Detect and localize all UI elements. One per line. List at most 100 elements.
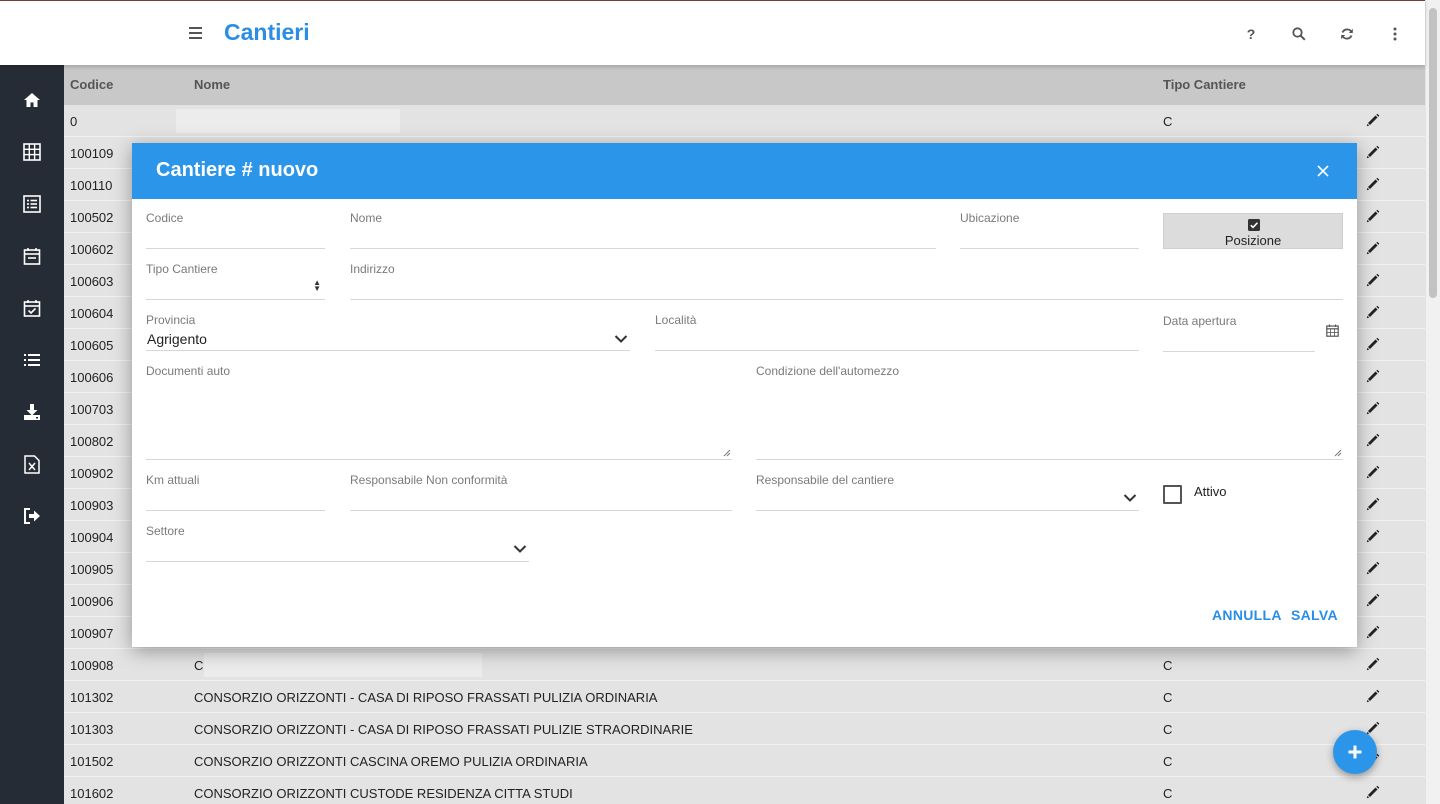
column-header-codice[interactable]: Codice [70,77,113,92]
ubicazione-field[interactable]: Ubicazione [960,211,1139,249]
documenti-auto-textarea[interactable]: Documenti auto [146,364,732,460]
edit-icon[interactable] [1366,113,1382,129]
edit-icon[interactable] [1366,433,1382,449]
edit-icon[interactable] [1366,785,1382,801]
edit-icon[interactable] [1366,529,1382,545]
edit-icon[interactable] [1366,593,1382,609]
data-apertura-field[interactable]: Data apertura [1163,314,1315,352]
top-app-bar: Cantieri ? [0,0,1425,65]
refresh-icon[interactable] [1336,23,1358,45]
edit-icon[interactable] [1366,689,1382,705]
home-icon[interactable] [20,88,44,112]
cell-nome: CONSORZIO ORIZZONTI - CASA DI RIPOSO FRA… [194,722,693,737]
table-row[interactable]: 0C [64,105,1425,137]
calendar-icon[interactable] [1326,324,1340,338]
edit-icon[interactable] [1366,657,1382,673]
more-vert-icon[interactable] [1384,23,1406,45]
calendar-check-icon[interactable] [20,296,44,320]
cell-codice: 100902 [70,466,114,481]
edit-icon[interactable] [1366,561,1382,577]
calendar-icon[interactable] [20,244,44,268]
table-row[interactable]: 101302 CONSORZIO ORIZZONTI - CASA DI RIPO… [64,681,1425,713]
table-row[interactable]: 101303 CONSORZIO ORIZZONTI - CASA DI RIPO… [64,713,1425,745]
edit-icon[interactable] [1366,401,1382,417]
help-icon[interactable]: ? [1240,23,1262,45]
cell-codice: 100904 [70,530,114,545]
cell-codice: 100602 [70,242,114,257]
resize-grip-icon[interactable] [1334,449,1342,457]
table-row[interactable]: 101502 CONSORZIO ORIZZONTI CASCINA OREMO … [64,745,1425,777]
resp-cantiere-select[interactable]: Responsabile del cantiere [756,473,1139,511]
column-header-tipo[interactable]: Tipo Cantiere [1163,77,1246,92]
logout-icon[interactable] [20,504,44,528]
edit-icon[interactable] [1366,369,1382,385]
menu-icon[interactable] [184,22,206,44]
sidebar [0,65,64,804]
edit-icon[interactable] [1366,177,1382,193]
codice-field[interactable]: Codice [146,211,325,249]
cell-nome: CONSORZIO ORIZZONTI CASCINA OREMO PULIZI… [194,754,588,769]
cell-tipo: C [1163,722,1173,737]
cell-tipo: C [1163,658,1173,673]
edit-icon[interactable] [1366,273,1382,289]
resize-grip-icon[interactable] [723,449,731,457]
scrollbar-thumb[interactable] [1429,8,1437,298]
edit-icon[interactable] [1366,497,1382,513]
posizione-button[interactable]: Posizione [1163,213,1343,249]
cell-codice: 100109 [70,146,114,161]
salva-button[interactable]: SALVA [1291,607,1338,623]
list-icon[interactable] [20,348,44,372]
annulla-button[interactable]: ANNULLA [1212,607,1282,623]
cell-codice: 101302 [70,690,114,705]
cell-codice: 101303 [70,722,114,737]
page-scrollbar[interactable] [1425,0,1440,804]
tipo-cantiere-field[interactable]: Tipo Cantiere ▲ ▼ [146,262,325,300]
cell-codice: 101602 [70,786,114,801]
edit-icon[interactable] [1366,625,1382,641]
edit-icon[interactable] [1366,337,1382,353]
km-attuali-field[interactable]: Km attuali [146,473,325,511]
cell-codice: 100603 [70,274,114,289]
resp-non-conformita-field[interactable]: Responsabile Non conformità [350,473,732,511]
cell-codice: 100802 [70,434,114,449]
cell-nome: CONSORZIO ORIZZONTI CUSTODE RESIDENZA CI… [194,786,573,801]
edit-icon[interactable] [1366,465,1382,481]
spinner-arrows-icon[interactable]: ▲ ▼ [313,279,321,293]
indirizzo-label: Indirizzo [350,262,395,276]
tipo-cantiere-label: Tipo Cantiere [146,262,218,276]
close-icon[interactable] [1312,160,1334,182]
indirizzo-field[interactable]: Indirizzo [350,262,1343,300]
codice-label: Codice [146,211,184,225]
edit-icon[interactable] [1366,145,1382,161]
edit-icon[interactable] [1366,305,1382,321]
table-row[interactable]: 101602 CONSORZIO ORIZZONTI CUSTODE RESIDE… [64,777,1425,804]
dialog-title: Cantiere # nuovo [156,159,319,181]
localita-label: Località [655,313,697,327]
list-alt-icon[interactable] [20,192,44,216]
cell-codice: 100903 [70,498,114,513]
condizione-automezzo-textarea[interactable]: Condizione dell'automezzo [756,364,1343,460]
column-header-nome[interactable]: Nome [194,77,230,92]
add-cantiere-button[interactable] [1333,730,1377,774]
cell-codice: 0 [70,114,78,129]
nome-field[interactable]: Nome [350,211,936,249]
settore-select[interactable]: Settore [146,524,529,562]
download-icon[interactable] [20,400,44,424]
excel-file-icon[interactable] [20,452,44,476]
provincia-select[interactable]: Provincia Agrigento [146,313,630,351]
cantiere-dialog: Cantiere # nuovo Codice Nome Ubicazione … [132,143,1357,647]
cell-placeholder [176,109,400,133]
edit-icon[interactable] [1366,241,1382,257]
chevron-down-icon [1123,494,1137,502]
edit-icon[interactable] [1366,209,1382,225]
data-apertura-label: Data apertura [1163,314,1237,328]
nome-label: Nome [350,211,383,225]
attivo-label: Attivo [1194,484,1227,499]
search-icon[interactable] [1288,23,1310,45]
attivo-checkbox[interactable] [1163,485,1182,504]
localita-field[interactable]: Località [655,313,1139,351]
page-title: Cantieri [224,19,310,45]
cell-codice: 100908 [70,658,114,673]
table-row[interactable]: 100908 C C [64,649,1425,681]
grid-icon[interactable] [20,140,44,164]
